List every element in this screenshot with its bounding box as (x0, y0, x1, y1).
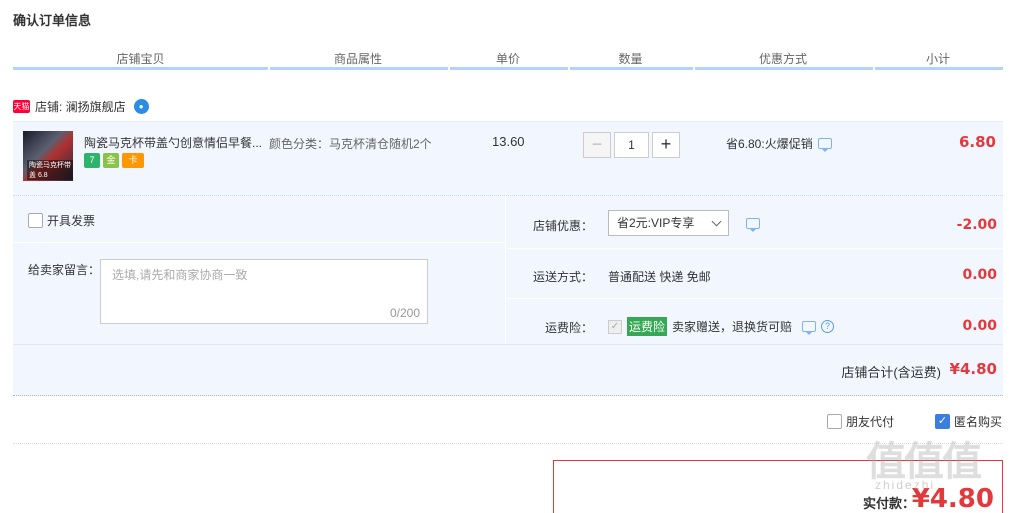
quantity-minus-button[interactable]: − (583, 132, 611, 158)
column-header: 店铺宝贝 商品属性 单价 数量 优惠方式 小计 (13, 44, 1003, 70)
column-promotion: 优惠方式 (758, 52, 807, 66)
wangwang-chat-icon[interactable]: ● (133, 98, 149, 114)
store-discount-select[interactable]: 省2元:VIP专享 (608, 210, 729, 236)
insurance-row: 运费险： ✓ 运费险 卖家赠送，退换货可赔 ? 0.00 (507, 299, 1003, 344)
chevron-down-icon (711, 216, 722, 227)
store-discount-amount: -2.00 (956, 217, 997, 233)
shop-name-link[interactable]: 店铺: 澜扬旗舰店 (35, 98, 126, 115)
anonymous-option[interactable]: ✓ 匿名购买 (935, 413, 1002, 430)
promotion: 省6.80:火爆促销 (726, 135, 832, 152)
insurance-label: 运费险： (545, 321, 594, 335)
invoice-label: 开具发票 (47, 214, 96, 228)
friend-pay-label: 朋友代付 (846, 415, 895, 429)
item-row: 陶瓷马克杯带盖 6.8 陶瓷马克杯带盖勺创意情侣早餐... 7 金 卡 颜色分类… (13, 121, 1003, 196)
store-discount-label: 店铺优惠： (533, 219, 594, 233)
store-discount-value: 省2元:VIP专享 (608, 210, 760, 236)
gold-service-icon[interactable]: 金 (103, 153, 119, 168)
message-placeholder: 选填,请先和商家协商一致 (112, 268, 248, 282)
promotion-text: 省6.80:火爆促销 (726, 137, 813, 151)
order-left-pane: 开具发票 给卖家留言： 选填,请先和商家协商一致 0/200 (13, 196, 506, 344)
invoice-checkbox[interactable] (28, 213, 43, 228)
shop-total-label: 店铺合计(含运费) (841, 365, 941, 380)
item-thumbnail[interactable]: 陶瓷马克杯带盖 6.8 (23, 131, 73, 181)
shipping-label: 运送方式： (533, 270, 594, 284)
quantity-input[interactable]: 1 (614, 132, 649, 158)
shipping-value: 普通配送 快递 免邮 (608, 270, 711, 284)
item-badges: 7 金 卡 (84, 153, 144, 168)
message-textarea[interactable]: 选填,请先和商家协商一致 0/200 (100, 259, 428, 324)
watermark-text: zhidezhi (875, 478, 936, 492)
item-subtotal: 6.80 (958, 133, 996, 151)
insurance-checkbox: ✓ (608, 319, 622, 334)
payment-label: 实付款： (862, 496, 915, 511)
shipping-amount: 0.00 (962, 267, 997, 283)
anonymous-label: 匿名购买 (954, 415, 1003, 429)
seven-day-return-icon[interactable]: 7 (84, 153, 100, 168)
shipping-row: 运送方式： 普通配送 快递 免邮 0.00 (507, 249, 1003, 299)
item-title-link[interactable]: 陶瓷马克杯带盖勺创意情侣早餐... (84, 134, 264, 151)
payment-options: 朋友代付 ✓ 匿名购买 (13, 404, 1003, 444)
item-unit-price: 13.60 (492, 134, 525, 149)
insurance-text: 卖家赠送，退换货可赔 (672, 320, 793, 334)
column-quantity: 数量 (618, 52, 643, 66)
item-attribute: 颜色分类：马克杯清仓随机2个 (269, 137, 432, 151)
thumbnail-label: 陶瓷马克杯带盖 6.8 (27, 160, 73, 180)
insurance-tag: 运费险 (627, 317, 668, 336)
store-discount-row: 店铺优惠： 省2元:VIP专享 -2.00 (507, 196, 1003, 249)
shop-line: 天猫 店铺: 澜扬旗舰店 ● (13, 98, 149, 114)
comment-icon[interactable] (817, 138, 832, 152)
shop-total-row: 店铺合计(含运费) ¥4.80 (13, 344, 1003, 396)
column-attribute: 商品属性 (333, 52, 382, 66)
store-discount-selected: 省2元:VIP专享 (617, 216, 695, 230)
friend-pay-checkbox[interactable] (827, 414, 842, 429)
message-label: 给卖家留言： (28, 263, 101, 277)
order-details: 开具发票 给卖家留言： 选填,请先和商家协商一致 0/200 店铺优惠： 省2元… (13, 196, 1003, 396)
divider (13, 242, 506, 243)
column-shop-item: 店铺宝贝 (116, 52, 165, 66)
shop-total-amount: ¥4.80 (949, 360, 997, 378)
quantity-plus-button[interactable]: + (652, 132, 680, 158)
insurance-value: ✓ 运费险 卖家赠送，退换货可赔 ? (608, 317, 835, 336)
column-subtotal: 小计 (925, 52, 950, 66)
insurance-amount: 0.00 (962, 318, 997, 334)
order-right-pane: 店铺优惠： 省2元:VIP专享 -2.00 运送方式： 普通配送 快递 免邮 0… (507, 196, 1003, 344)
help-icon[interactable]: ? (821, 320, 835, 333)
invoice-option[interactable]: 开具发票 (28, 212, 95, 229)
comment-icon[interactable] (802, 321, 817, 335)
anonymous-checkbox[interactable]: ✓ (935, 414, 950, 429)
credit-card-icon[interactable]: 卡 (122, 153, 144, 168)
message-counter: 0/200 (389, 306, 420, 320)
tmall-icon: 天猫 (13, 99, 30, 113)
quantity-stepper: − 1 + (583, 132, 680, 158)
column-unit-price: 单价 (495, 52, 520, 66)
comment-icon[interactable] (746, 217, 760, 232)
friend-pay-option[interactable]: 朋友代付 (827, 413, 894, 430)
page-title: 确认订单信息 (13, 13, 92, 28)
